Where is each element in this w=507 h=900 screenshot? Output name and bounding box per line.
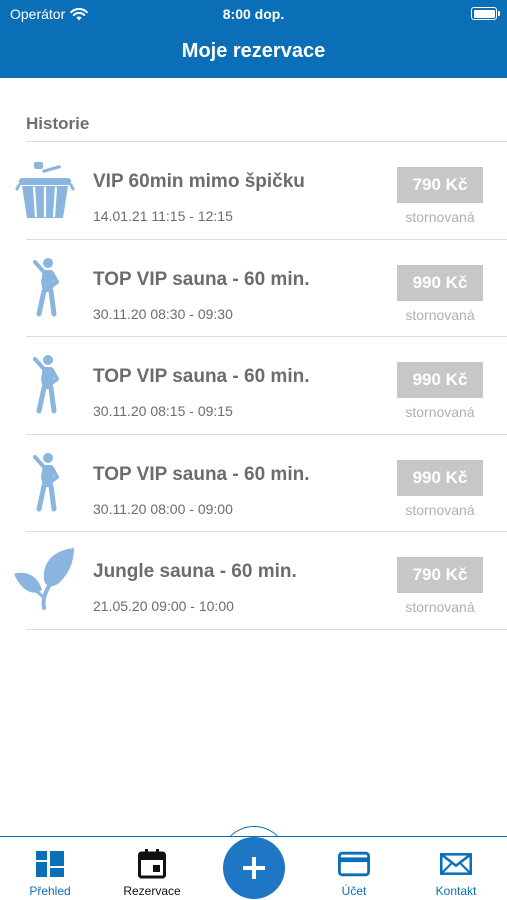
tab-kontakt[interactable]: Kontakt	[406, 837, 506, 900]
dashboard-icon	[36, 851, 64, 877]
reservation-status: stornovaná	[405, 501, 475, 518]
reservation-status: stornovaná	[405, 306, 475, 323]
price-badge: 990 Kč	[397, 362, 483, 398]
reservation-status: stornovaná	[405, 404, 475, 420]
price-badge: 790 Kč	[397, 167, 483, 203]
reservation-row[interactable]: TOP VIP sauna - 60 min. 30.11.20 08:15 -…	[0, 337, 507, 435]
mail-icon	[440, 853, 472, 875]
stretching-person-icon	[33, 257, 59, 316]
stretching-person-icon	[33, 452, 59, 511]
reservation-name: TOP VIP sauna - 60 min.	[93, 268, 310, 290]
reservation-row[interactable]: Jungle sauna - 60 min. 21.05.20 09:00 - …	[0, 532, 507, 630]
tab-label: Účet	[341, 884, 367, 898]
card-icon	[338, 851, 370, 877]
plus-icon	[243, 857, 265, 879]
reservation-row[interactable]: TOP VIP sauna - 60 min. 30.11.20 08:00 -…	[0, 435, 507, 532]
tab-label: Přehled	[29, 884, 71, 898]
page-title: Moje rezervace	[181, 40, 326, 62]
status-bar: Operátor 8:00 dop.	[0, 0, 507, 28]
bucket-icon	[15, 162, 75, 218]
reservation-datetime: 14.01.21 11:15 - 12:15	[93, 208, 233, 224]
reservation-datetime: 30.11.20 08:30 - 09:30	[93, 305, 233, 322]
price-badge: 990 Kč	[397, 459, 483, 496]
tab-prehled[interactable]: Přehled	[0, 837, 100, 900]
reservation-name: VIP 60min mimo špičku	[93, 171, 305, 192]
reservation-row[interactable]: VIP 60min mimo špičku 14.01.21 11:15 - 1…	[0, 142, 507, 240]
section-title: Historie	[26, 114, 90, 133]
reservation-name: TOP VIP sauna - 60 min.	[93, 463, 310, 485]
reservation-datetime: 30.11.20 08:00 - 09:00	[93, 500, 233, 517]
tab-label: Kontakt	[435, 884, 477, 898]
leaves-icon	[14, 548, 74, 610]
reservation-row[interactable]: TOP VIP sauna - 60 min. 30.11.20 08:30 -…	[0, 240, 507, 337]
stretching-person-icon	[33, 355, 59, 414]
divider	[26, 628, 507, 630]
navigation-header: Operátor 8:00 dop. Moje rezervace	[0, 0, 507, 78]
calendar-icon	[138, 849, 166, 879]
price-badge: 990 Kč	[397, 264, 483, 301]
price-badge: 790 Kč	[397, 557, 483, 593]
tab-label: Rezervace	[123, 884, 181, 898]
status-time: 8:00 dop.	[222, 6, 285, 22]
reservation-status: stornovaná	[405, 209, 475, 225]
reservation-datetime: 30.11.20 08:15 - 09:15	[93, 403, 233, 419]
battery-icon	[471, 7, 500, 20]
add-reservation-button[interactable]	[223, 837, 285, 899]
tab-ucet[interactable]: Účet	[304, 837, 404, 900]
reservation-name: TOP VIP sauna - 60 min.	[93, 366, 310, 387]
reservation-name: Jungle sauna - 60 min.	[93, 561, 297, 582]
reservation-status: stornovaná	[405, 599, 475, 615]
reservation-datetime: 21.05.20 09:00 - 10:00	[93, 598, 234, 614]
tab-rezervace[interactable]: Rezervace	[102, 837, 202, 900]
reservation-list: VIP 60min mimo špičku 14.01.21 11:15 - 1…	[0, 142, 507, 630]
